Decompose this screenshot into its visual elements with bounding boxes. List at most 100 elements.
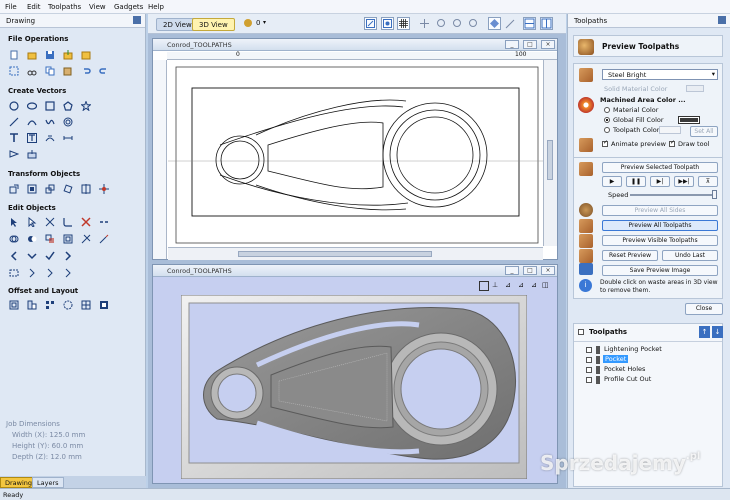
- tab-3d-view[interactable]: 3D View: [192, 18, 235, 31]
- view-iso-icon[interactable]: [488, 17, 501, 30]
- zoom-box-icon[interactable]: [364, 17, 377, 30]
- minimize-3d-icon[interactable]: _: [505, 266, 519, 275]
- pin-icon[interactable]: [133, 16, 141, 24]
- vertical-scrollbar[interactable]: [543, 60, 557, 246]
- nest-parts-icon[interactable]: [27, 300, 37, 310]
- menu-toolpaths[interactable]: Toolpaths: [48, 3, 81, 11]
- ellipse-icon[interactable]: [27, 101, 37, 111]
- global-fill-color-radio[interactable]: [604, 117, 610, 123]
- toolpath-item-2[interactable]: Pocket Holes: [580, 365, 720, 375]
- bezier-icon[interactable]: [45, 268, 55, 278]
- import-icon[interactable]: [63, 50, 73, 60]
- redo-icon[interactable]: [99, 66, 109, 76]
- open-folder-icon[interactable]: [27, 50, 37, 60]
- preview-all-toolpaths-button[interactable]: Preview All Toolpaths: [602, 220, 718, 231]
- distort-icon[interactable]: [99, 184, 109, 194]
- minimize-icon[interactable]: _: [505, 40, 519, 49]
- zoom-out-icon[interactable]: [467, 17, 480, 30]
- interactive-trim-icon[interactable]: [45, 217, 55, 227]
- preview-visible-button[interactable]: Preview Visible Toolpaths: [602, 235, 718, 246]
- arc-icon[interactable]: [27, 117, 37, 127]
- polygon-icon[interactable]: [63, 101, 73, 111]
- undo-icon[interactable]: [81, 66, 91, 76]
- step-forward-button[interactable]: ▶|: [650, 176, 670, 187]
- spiral-icon[interactable]: [63, 117, 73, 127]
- speed-slider-thumb[interactable]: [712, 190, 717, 199]
- preview-all-sides-button[interactable]: Preview All Sides: [602, 205, 718, 216]
- cut-icon[interactable]: [27, 66, 37, 76]
- text-on-curve-icon[interactable]: [45, 133, 55, 143]
- new-file-icon[interactable]: [9, 50, 19, 60]
- line-icon[interactable]: [9, 117, 19, 127]
- chevron-down-icon[interactable]: ▾: [263, 19, 266, 26]
- move-view-icon[interactable]: [418, 17, 431, 30]
- extend-icon[interactable]: [99, 234, 109, 244]
- dimension-icon[interactable]: [63, 133, 73, 143]
- view-3d-right-icon[interactable]: ⊿: [518, 281, 524, 289]
- menu-help[interactable]: Help: [148, 3, 164, 11]
- view-3d-front-icon[interactable]: ◫: [542, 281, 549, 289]
- weld-icon[interactable]: [9, 234, 19, 244]
- circular-array-icon[interactable]: [63, 300, 73, 310]
- global-fill-swatch[interactable]: [678, 116, 700, 124]
- toolpath-color-radio[interactable]: [604, 127, 610, 133]
- arrow-right-icon[interactable]: [63, 251, 73, 261]
- arrow-down-icon[interactable]: [27, 251, 37, 261]
- toolpath-checkbox[interactable]: [586, 357, 592, 363]
- smooth-icon[interactable]: [27, 268, 37, 278]
- move-icon[interactable]: [9, 184, 19, 194]
- fillet-icon[interactable]: [63, 217, 73, 227]
- preview-selected-button[interactable]: Preview Selected Toolpath: [602, 162, 718, 173]
- toolpath-item-1[interactable]: Pocket: [580, 355, 720, 365]
- view-3d-left-icon[interactable]: ⊿: [505, 281, 511, 289]
- reset-preview-button[interactable]: Reset Preview: [602, 250, 658, 261]
- pause-button[interactable]: ❚❚: [626, 176, 646, 187]
- toolpath-item-0[interactable]: Lightening Pocket: [580, 345, 720, 355]
- rotate-icon[interactable]: [63, 184, 73, 194]
- import-vectors-icon[interactable]: [9, 149, 19, 159]
- grid-icon[interactable]: [397, 17, 410, 30]
- set-all-button[interactable]: Set All: [690, 126, 718, 137]
- move-up-icon[interactable]: ↑: [699, 326, 710, 338]
- chevron-right-icon[interactable]: [63, 268, 73, 278]
- subtract-icon[interactable]: [27, 234, 37, 244]
- tick-icon[interactable]: [45, 251, 55, 261]
- offset-icon[interactable]: [63, 234, 73, 244]
- toolpaths-all-checkbox[interactable]: [578, 329, 584, 335]
- node-edit-icon[interactable]: [27, 217, 37, 227]
- zoom-fit-icon[interactable]: [451, 17, 464, 30]
- circle-icon[interactable]: [9, 101, 19, 111]
- close-button[interactable]: Close: [685, 303, 723, 315]
- preview-3d-canvas[interactable]: [181, 295, 527, 479]
- close-open-vectors-icon[interactable]: [9, 268, 19, 278]
- tab-layers[interactable]: Layers: [32, 477, 64, 488]
- view-angle-icon[interactable]: [504, 17, 517, 30]
- play-button[interactable]: ▶: [602, 176, 622, 187]
- toolpath-checkbox[interactable]: [586, 347, 592, 353]
- maximize-icon[interactable]: □: [523, 40, 537, 49]
- mirror-icon[interactable]: [81, 184, 91, 194]
- speed-slider[interactable]: [630, 194, 716, 196]
- drawing-canvas[interactable]: [168, 61, 546, 247]
- copy-along-vectors-icon[interactable]: [99, 300, 109, 310]
- toolpath-checkbox[interactable]: [586, 367, 592, 373]
- snapping-icon[interactable]: [9, 66, 19, 76]
- maximize-3d-icon[interactable]: □: [523, 266, 537, 275]
- close-3d-icon[interactable]: ×: [541, 266, 555, 275]
- horizontal-scrollbar[interactable]: [168, 247, 543, 260]
- star-icon[interactable]: [81, 101, 91, 111]
- grid-array-icon[interactable]: [81, 300, 91, 310]
- menu-gadgets[interactable]: Gadgets: [114, 3, 143, 11]
- view-3d-axis-icon[interactable]: ⊥: [492, 281, 498, 289]
- rectangle-icon[interactable]: [45, 101, 55, 111]
- paste-icon[interactable]: [63, 66, 73, 76]
- snap-icon[interactable]: [381, 17, 394, 30]
- curve-icon[interactable]: [45, 117, 55, 127]
- intersect-icon[interactable]: [45, 234, 55, 244]
- view-3d-reset-icon[interactable]: [479, 281, 489, 291]
- import-component-icon[interactable]: [81, 50, 91, 60]
- join-icon[interactable]: [99, 217, 109, 227]
- reset-view-button[interactable]: ⊼: [698, 176, 718, 187]
- trim-icon[interactable]: [81, 234, 91, 244]
- toolpath-checkbox[interactable]: [586, 377, 592, 383]
